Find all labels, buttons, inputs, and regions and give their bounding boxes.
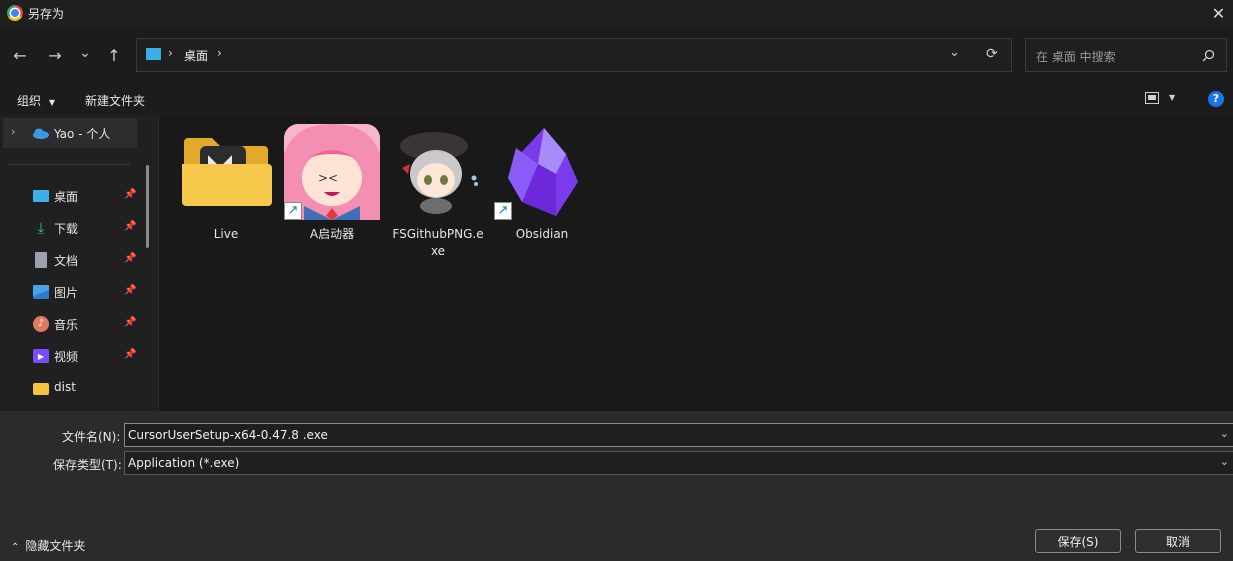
svg-text:><: >< [318,171,338,185]
filename-label: 文件名(N): [62,430,121,444]
recent-locations-button[interactable]: ⌄ [71,39,99,67]
sidebar-item-dist[interactable]: dist [0,374,145,402]
sidebar-item-label: 音乐 [54,318,79,332]
file-name: Obsidian [515,227,569,241]
chrome-icon [7,5,23,21]
filetype-value: Application (*.exe) [128,456,240,470]
filename-input[interactable]: CursorUserSetup-x64-0.47.8 .exe [128,428,328,442]
pin-icon[interactable]: 📌 [124,349,136,360]
search-icon[interactable] [1202,49,1215,62]
folder-icon [182,138,272,206]
sidebar-item-pictures[interactable]: 图片 📌 [0,278,145,306]
pin-icon[interactable]: 📌 [124,189,136,200]
folder-icon [33,383,49,395]
chevron-down-icon[interactable]: ⌄ [1220,455,1229,468]
window-title: 另存为 [28,7,65,21]
sidebar-item-label: 桌面 [54,190,79,204]
shortcut-arrow-icon: ↗ [284,202,302,220]
command-bar [0,84,1233,115]
filetype-select[interactable]: Application (*.exe) ⌄ [124,451,1233,475]
view-dropdown-icon[interactable]: ▼ [1169,93,1175,102]
up-button[interactable]: ↑ [100,41,128,69]
sidebar-item-label: 图片 [54,286,79,300]
sidebar-item-onedrive[interactable]: › Yao - 个人 [3,118,137,148]
download-icon: ⤓ [37,219,45,237]
expand-chevron-icon[interactable]: › [11,125,15,138]
help-icon[interactable]: ? [1208,91,1224,107]
chibi-character-icon [400,132,478,214]
close-button[interactable]: ✕ [1204,0,1233,26]
search-input[interactable]: 在 桌面 中搜索 [1036,48,1116,65]
navigation-pane: › Yao - 个人 桌面 📌 ⤓ 下载 📌 文档 📌 图片 📌 ♪ 音乐 📌 … [0,115,158,411]
video-icon: ▶ [33,349,49,363]
search-box[interactable]: 在 桌面 中搜索 [1025,38,1227,72]
view-options-icon[interactable] [1145,92,1159,104]
pin-icon[interactable]: 📌 [124,253,136,264]
sidebar-item-label: 视频 [54,350,79,364]
address-bar[interactable]: › 桌面 › ⌄ ⟳ [136,38,1012,72]
forward-button[interactable]: → [41,41,69,69]
music-icon: ♪ [33,316,49,332]
pin-icon[interactable]: 📌 [124,221,136,232]
document-icon [35,252,47,268]
breadcrumb-separator-icon: › [168,46,173,60]
address-dropdown-icon[interactable]: ⌄ [949,45,960,60]
title-bar: 另存为 ✕ [0,0,1233,26]
pin-icon[interactable]: 📌 [124,285,136,296]
file-name: FSGithubPNG.exe [392,227,484,258]
hide-folders-label: 隐藏文件夹 [25,539,86,553]
pin-icon[interactable]: 📌 [124,317,136,328]
cancel-button[interactable]: 取消 [1135,529,1221,553]
breadcrumb-chevron-icon[interactable]: › [217,46,222,60]
organize-label: 组织 [17,94,42,108]
back-button[interactable]: ← [6,41,34,69]
filename-field[interactable]: CursorUserSetup-x64-0.47.8 .exe ⌄ [124,423,1233,447]
desktop-icon [146,48,161,60]
chevron-down-icon[interactable]: ⌄ [1220,427,1229,440]
refresh-icon[interactable]: ⟳ [986,46,998,62]
sidebar-divider [9,164,130,165]
file-name: A启动器 [309,227,355,241]
organize-dropdown-icon: ▼ [48,98,55,107]
sidebar-item-music[interactable]: ♪ 音乐 📌 [0,310,145,338]
sidebar-item-label: dist [54,380,76,394]
sidebar-item-label: 下载 [54,222,79,236]
sidebar-item-documents[interactable]: 文档 📌 [0,246,145,274]
sidebar-item-videos[interactable]: ▶ 视频 📌 [0,342,145,370]
filetype-label: 保存类型(T): [53,458,122,472]
hide-folders-toggle[interactable]: ⌃ 隐藏文件夹 [11,537,85,554]
new-folder-button[interactable]: 新建文件夹 [85,92,145,109]
sidebar-item-desktop[interactable]: 桌面 📌 [0,182,145,210]
sidebar-scrollbar[interactable] [146,165,149,248]
sidebar-item-label: 文档 [54,254,79,268]
desktop-icon [33,190,49,202]
sidebar-item-downloads[interactable]: ⤓ 下载 📌 [0,214,145,242]
sidebar-item-label: Yao - 个人 [54,127,111,141]
pictures-icon [33,285,49,299]
shortcut-arrow-icon: ↗ [494,202,512,220]
file-name: Live [213,227,239,241]
breadcrumb-desktop[interactable]: 桌面 [184,47,208,64]
onedrive-cloud-icon [33,128,49,139]
chevron-up-icon: ⌃ [11,542,20,553]
save-button[interactable]: 保存(S) [1035,529,1121,553]
organize-button[interactable]: 组织 ▼ [17,92,55,109]
